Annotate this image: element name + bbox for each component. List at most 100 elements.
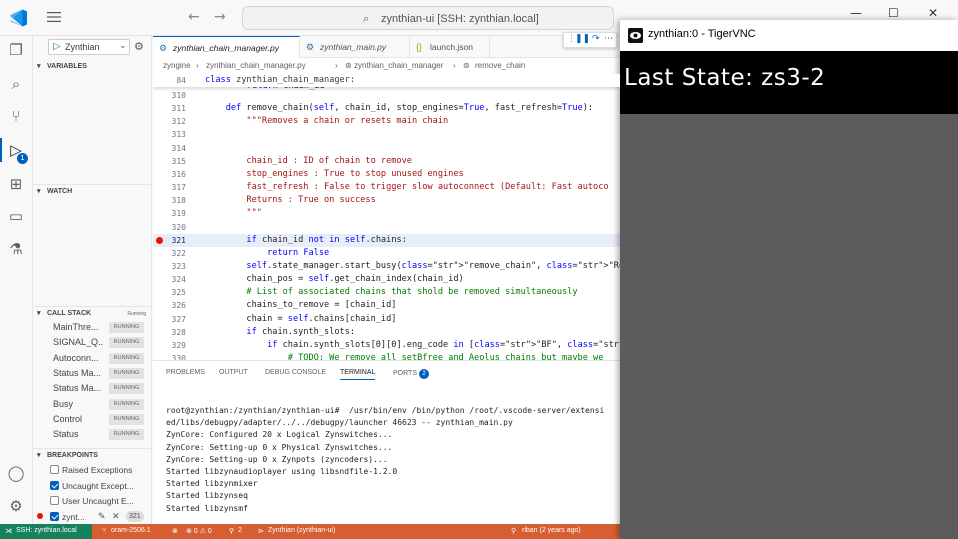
maximize-button[interactable]: ☐ [888, 6, 899, 20]
code-line[interactable]: 330 # TODO: We remove all setBfree and A… [153, 352, 620, 360]
breadcrumb-class[interactable]: zynthian_chain_manager [354, 61, 443, 70]
call-stack-thread[interactable]: Status Ma... RUNNING [34, 381, 152, 396]
code-line[interactable]: 319 """ [153, 207, 620, 220]
line-number[interactable]: 317 [153, 181, 186, 194]
call-stack-section-header[interactable]: ▾ CALL STACK Running [34, 306, 152, 320]
more-icon[interactable]: ⋯ [604, 34, 613, 44]
testing-icon[interactable]: ⚗ [6, 239, 26, 259]
tab-terminal[interactable]: TERMINAL [340, 369, 376, 380]
ports-count[interactable]: 2 [238, 527, 242, 534]
breakpoint-checkbox[interactable] [50, 496, 59, 505]
branch-label[interactable]: oram-2506.1 [111, 527, 151, 534]
sync-icon[interactable]: ⊗ [172, 527, 178, 535]
code-line[interactable]: 312 """Removes a chain or resets main ch… [153, 115, 620, 128]
sticky-scroll-header[interactable]: 84 class zynthian_chain_manager: [153, 74, 620, 87]
tab-chain-manager[interactable]: ⚙ zynthian_chain_manager.py [153, 36, 300, 58]
vnc-title-bar[interactable]: zynthian:0 - TigerVNC [620, 20, 958, 51]
pause-icon[interactable]: ❚❚ [575, 34, 590, 44]
variables-section-header[interactable]: ▾ VARIABLES [34, 60, 152, 74]
back-arrow-icon[interactable]: ← [188, 9, 200, 25]
forward-arrow-icon[interactable]: → [214, 9, 226, 25]
problems-count[interactable]: ⊗ 0 ⚠ 0 [186, 527, 212, 535]
vscode-logo-icon[interactable] [8, 8, 28, 28]
account-icon[interactable]: ◯ [6, 463, 26, 483]
remote-explorer-icon[interactable]: ▭ [6, 206, 26, 226]
call-stack-thread[interactable]: SIGNAL_Q... RUNNING [34, 335, 152, 350]
code-line[interactable]: 322 return False [153, 247, 620, 260]
edit-icon[interactable]: ✎ [98, 511, 106, 522]
code-line[interactable]: 317 fast_refresh : False to trigger slow… [153, 181, 620, 194]
breakpoint-checkbox[interactable] [50, 480, 59, 490]
code-line[interactable]: 325 # List of associated chains that sho… [153, 286, 620, 299]
code-line[interactable]: 310 [153, 89, 620, 102]
tab-launch-json[interactable]: {} launch.json [410, 36, 490, 58]
line-number[interactable]: 325 [153, 286, 186, 299]
line-number[interactable]: 327 [153, 313, 186, 326]
line-number[interactable]: 330 [153, 352, 186, 360]
line-number[interactable]: 314 [153, 142, 186, 155]
code-line[interactable]: 311 def remove_chain(self, chain_id, sto… [153, 102, 620, 115]
remove-icon[interactable]: ✕ [112, 511, 120, 522]
code-line[interactable]: 326 chains_to_remove = [chain_id] [153, 299, 620, 312]
tab-output[interactable]: OUTPUT [219, 369, 248, 376]
manage-gear-icon[interactable]: ⚙ [6, 496, 26, 516]
breadcrumb-folder[interactable]: zyngine [163, 61, 191, 70]
line-number[interactable]: 326 [153, 299, 186, 312]
breakpoint-item[interactable]: zynt... ✎ ✕ 321 [34, 509, 152, 524]
breakpoint-item[interactable]: Uncaught Except... [34, 478, 152, 493]
breakpoint-checkbox[interactable] [50, 511, 59, 521]
tab-main[interactable]: ⚙ zynthian_main.py [300, 36, 410, 58]
call-stack-thread[interactable]: Control RUNNING [34, 412, 152, 427]
hamburger-menu-icon[interactable] [46, 10, 62, 24]
code-line[interactable]: 323 self.state_manager.start_busy(class=… [153, 260, 620, 273]
breakpoint-checkbox[interactable] [50, 465, 59, 474]
tab-debug-console[interactable]: DEBUG CONSOLE [265, 369, 326, 376]
call-stack-thread[interactable]: Autoconn... RUNNING [34, 351, 152, 366]
call-stack-thread[interactable]: MainThre... RUNNING [34, 320, 152, 335]
breadcrumb-method[interactable]: remove_chain [475, 61, 525, 70]
line-number[interactable]: 310 [153, 89, 186, 102]
line-number[interactable]: 312 [153, 115, 186, 128]
line-number[interactable]: 319 [153, 207, 186, 220]
breakpoint-item[interactable]: Raised Exceptions [34, 462, 152, 477]
line-number[interactable]: 315 [153, 155, 186, 168]
code-line[interactable]: 324 chain_pos = self.get_chain_index(cha… [153, 273, 620, 286]
line-number[interactable]: 322 [153, 247, 186, 260]
code-line[interactable]: 316 stop_engines : True to stop unused e… [153, 168, 620, 181]
chevron-down-icon[interactable]: ⌄ [119, 41, 127, 51]
breakpoints-section-header[interactable]: ▾ BREAKPOINTS [34, 448, 152, 462]
tab-ports[interactable]: PORTS 2 [393, 369, 429, 379]
call-stack-thread[interactable]: Status RUNNING [34, 427, 152, 442]
breakpoint-dot-icon[interactable] [156, 236, 163, 244]
line-number[interactable]: 320 [153, 221, 186, 234]
call-stack-thread[interactable]: Status Ma... RUNNING [34, 366, 152, 381]
step-over-icon[interactable]: ↷ [592, 34, 600, 44]
start-debug-icon[interactable]: ▷ [53, 41, 61, 52]
debug-config-status[interactable]: Zynthian (zynthian-ui) [268, 527, 335, 534]
source-control-icon[interactable]: ⑂ [6, 106, 26, 126]
code-line[interactable]: 313 [153, 128, 620, 141]
zynthian-status-header[interactable]: Last State: zs3-2 [620, 51, 958, 114]
minimize-button[interactable]: — [850, 6, 862, 20]
line-number[interactable]: 318 [153, 194, 186, 207]
code-line[interactable]: 327 chain = self.chains[chain_id] [153, 313, 620, 326]
watch-section-header[interactable]: ▾ WATCH [34, 184, 152, 198]
code-line[interactable]: 320 [153, 221, 620, 234]
line-number[interactable]: 313 [153, 128, 186, 141]
call-stack-thread[interactable]: Busy RUNNING [34, 397, 152, 412]
line-number[interactable]: 316 [153, 168, 186, 181]
command-center-search[interactable]: ⌕ zynthian-ui [SSH: zynthian.local] [242, 6, 614, 30]
code-line[interactable]: 315 chain_id : ID of chain to remove [153, 155, 620, 168]
line-number[interactable]: 329 [153, 339, 186, 352]
code-line[interactable]: 328 if chain.synth_slots: [153, 326, 620, 339]
explorer-icon[interactable]: ❐ [6, 40, 26, 60]
search-view-icon[interactable]: ⌕ [6, 74, 26, 94]
debug-config-select[interactable]: ▷ Zynthian ⌄ [48, 39, 130, 55]
line-number[interactable]: 324 [153, 273, 186, 286]
code-line[interactable]: 314 [153, 142, 620, 155]
code-line[interactable]: 318 Returns : True on success [153, 194, 620, 207]
breakpoint-item[interactable]: User Uncaught E... [34, 493, 152, 508]
line-number[interactable]: 311 [153, 102, 186, 115]
tab-problems[interactable]: PROBLEMS [166, 369, 205, 376]
code-line[interactable]: 321 if chain_id not in self.chains: [153, 233, 620, 247]
